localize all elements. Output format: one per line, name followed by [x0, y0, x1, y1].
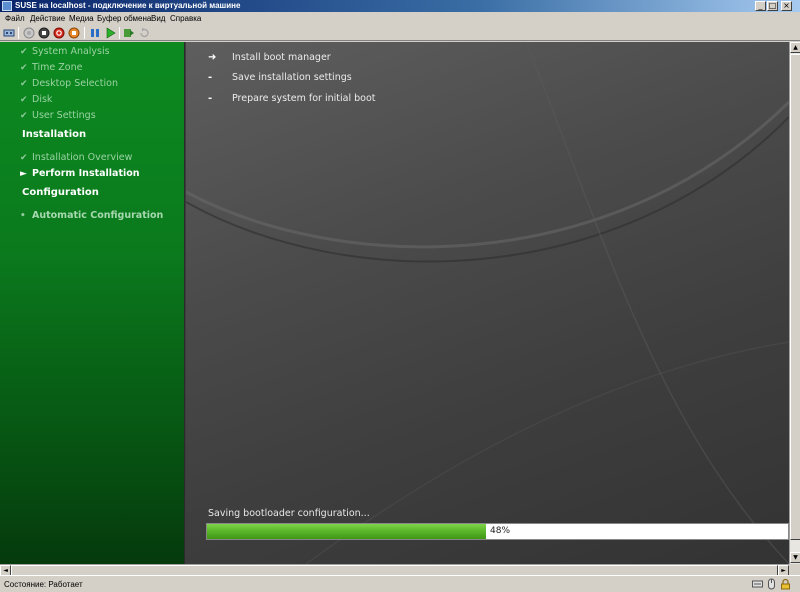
- bullet-icon: •: [20, 211, 26, 221]
- menu-action[interactable]: Действие: [30, 12, 65, 25]
- step-label: System Analysis: [32, 46, 110, 57]
- progress-label: Saving bootloader configuration...: [208, 508, 370, 519]
- scroll-up-icon[interactable]: ▲: [790, 42, 800, 53]
- installer-sidebar: ✔ System Analysis ✔ Time Zone ✔ Desktop Sel…: [0, 42, 185, 564]
- title-bar[interactable]: SUSE на localhost - подключение к виртуа…: [0, 0, 800, 12]
- dash-icon: -: [208, 93, 213, 104]
- revert-icon[interactable]: [138, 27, 150, 39]
- sidebar-step-disk: ✔ Disk: [20, 93, 52, 107]
- maximize-button[interactable]: □: [767, 1, 778, 11]
- scroll-corner: [789, 564, 800, 575]
- status-bar: Состояние: Работает: [0, 575, 800, 592]
- vm-screen[interactable]: ✔ System Analysis ✔ Time Zone ✔ Desktop Sel…: [0, 42, 789, 564]
- task-item: ➜ Install boot manager: [208, 51, 331, 65]
- task-label: Prepare system for initial boot: [232, 93, 376, 104]
- progress-fill: [207, 524, 486, 539]
- arrow-right-icon: ►: [20, 169, 27, 179]
- sidebar-step-desktop-selection: ✔ Desktop Selection: [20, 77, 118, 91]
- vertical-scroll-thumb[interactable]: [790, 54, 800, 540]
- sidebar-step-system-analysis: ✔ System Analysis: [20, 45, 110, 59]
- dash-icon: -: [208, 72, 213, 83]
- background-swoosh: [186, 42, 789, 564]
- menu-clipboard[interactable]: Буфер обмена: [97, 12, 151, 25]
- sidebar-section-installation: Installation: [22, 129, 87, 140]
- save-state-icon[interactable]: [68, 27, 80, 39]
- step-label: Automatic Configuration: [32, 210, 164, 221]
- toolbar: [0, 25, 800, 41]
- menu-view[interactable]: Вид: [151, 12, 165, 25]
- step-label: User Settings: [32, 110, 96, 121]
- horizontal-scrollbar[interactable]: ◄ ►: [0, 564, 789, 576]
- menu-bar: Файл Действие Медиа Буфер обмена Вид Спр…: [0, 12, 800, 25]
- toolbar-separator: [84, 27, 85, 39]
- vertical-scrollbar[interactable]: ▲ ▼: [789, 42, 800, 564]
- task-item: - Save installation settings: [208, 71, 352, 85]
- step-label: Desktop Selection: [32, 78, 118, 89]
- step-label: Disk: [32, 94, 53, 105]
- lock-icon: [781, 578, 790, 590]
- ctrl-alt-del-icon[interactable]: [3, 27, 15, 39]
- resume-icon[interactable]: [104, 27, 116, 39]
- step-label: Perform Installation: [32, 168, 140, 179]
- start-icon[interactable]: [23, 27, 35, 39]
- progress-bar: 48%: [206, 523, 789, 540]
- menu-media[interactable]: Медиа: [69, 12, 94, 25]
- toolbar-separator: [119, 27, 120, 39]
- installer-content: ➜ Install boot manager - Save installation…: [186, 42, 789, 564]
- task-item: - Prepare system for initial boot: [208, 92, 376, 106]
- sidebar-step-perform-installation: ► Perform Installation: [20, 167, 140, 181]
- check-icon: ✔: [20, 153, 28, 163]
- check-icon: ✔: [20, 47, 28, 57]
- toolbar-separator: [18, 27, 19, 39]
- mouse-icon: [768, 578, 775, 590]
- check-icon: ✔: [20, 79, 28, 89]
- snapshot-icon[interactable]: [123, 27, 135, 39]
- pause-icon[interactable]: [89, 27, 101, 39]
- minimize-button[interactable]: _: [755, 1, 766, 11]
- keyboard-icon: [752, 580, 763, 588]
- step-label: Time Zone: [32, 62, 83, 73]
- sidebar-step-installation-overview: ✔ Installation Overview: [20, 151, 132, 165]
- close-button[interactable]: ×: [781, 1, 792, 11]
- turn-off-icon[interactable]: [38, 27, 50, 39]
- sidebar-step-time-zone: ✔ Time Zone: [20, 61, 82, 75]
- check-icon: ✔: [20, 111, 28, 121]
- progress-percent: 48%: [490, 526, 511, 536]
- status-text: Состояние: Работает: [4, 580, 83, 589]
- task-label: Install boot manager: [232, 52, 331, 63]
- check-icon: ✔: [20, 63, 28, 73]
- shutdown-icon[interactable]: [53, 27, 65, 39]
- scroll-down-icon[interactable]: ▼: [790, 552, 800, 563]
- arrow-right-icon: ➜: [208, 52, 217, 63]
- menu-file[interactable]: Файл: [5, 12, 25, 25]
- menu-help[interactable]: Справка: [170, 12, 201, 25]
- vm-connection-icon: [2, 1, 12, 11]
- sidebar-step-automatic-configuration: • Automatic Configuration: [20, 209, 163, 223]
- check-icon: ✔: [20, 95, 28, 105]
- sidebar-section-configuration: Configuration: [22, 187, 99, 198]
- task-label: Save installation settings: [232, 72, 352, 83]
- step-label: Installation Overview: [32, 152, 133, 163]
- sidebar-step-user-settings: ✔ User Settings: [20, 109, 96, 123]
- vm-connection-window: SUSE на localhost - подключение к виртуа…: [0, 0, 800, 592]
- window-title: SUSE на localhost - подключение к виртуа…: [15, 1, 241, 10]
